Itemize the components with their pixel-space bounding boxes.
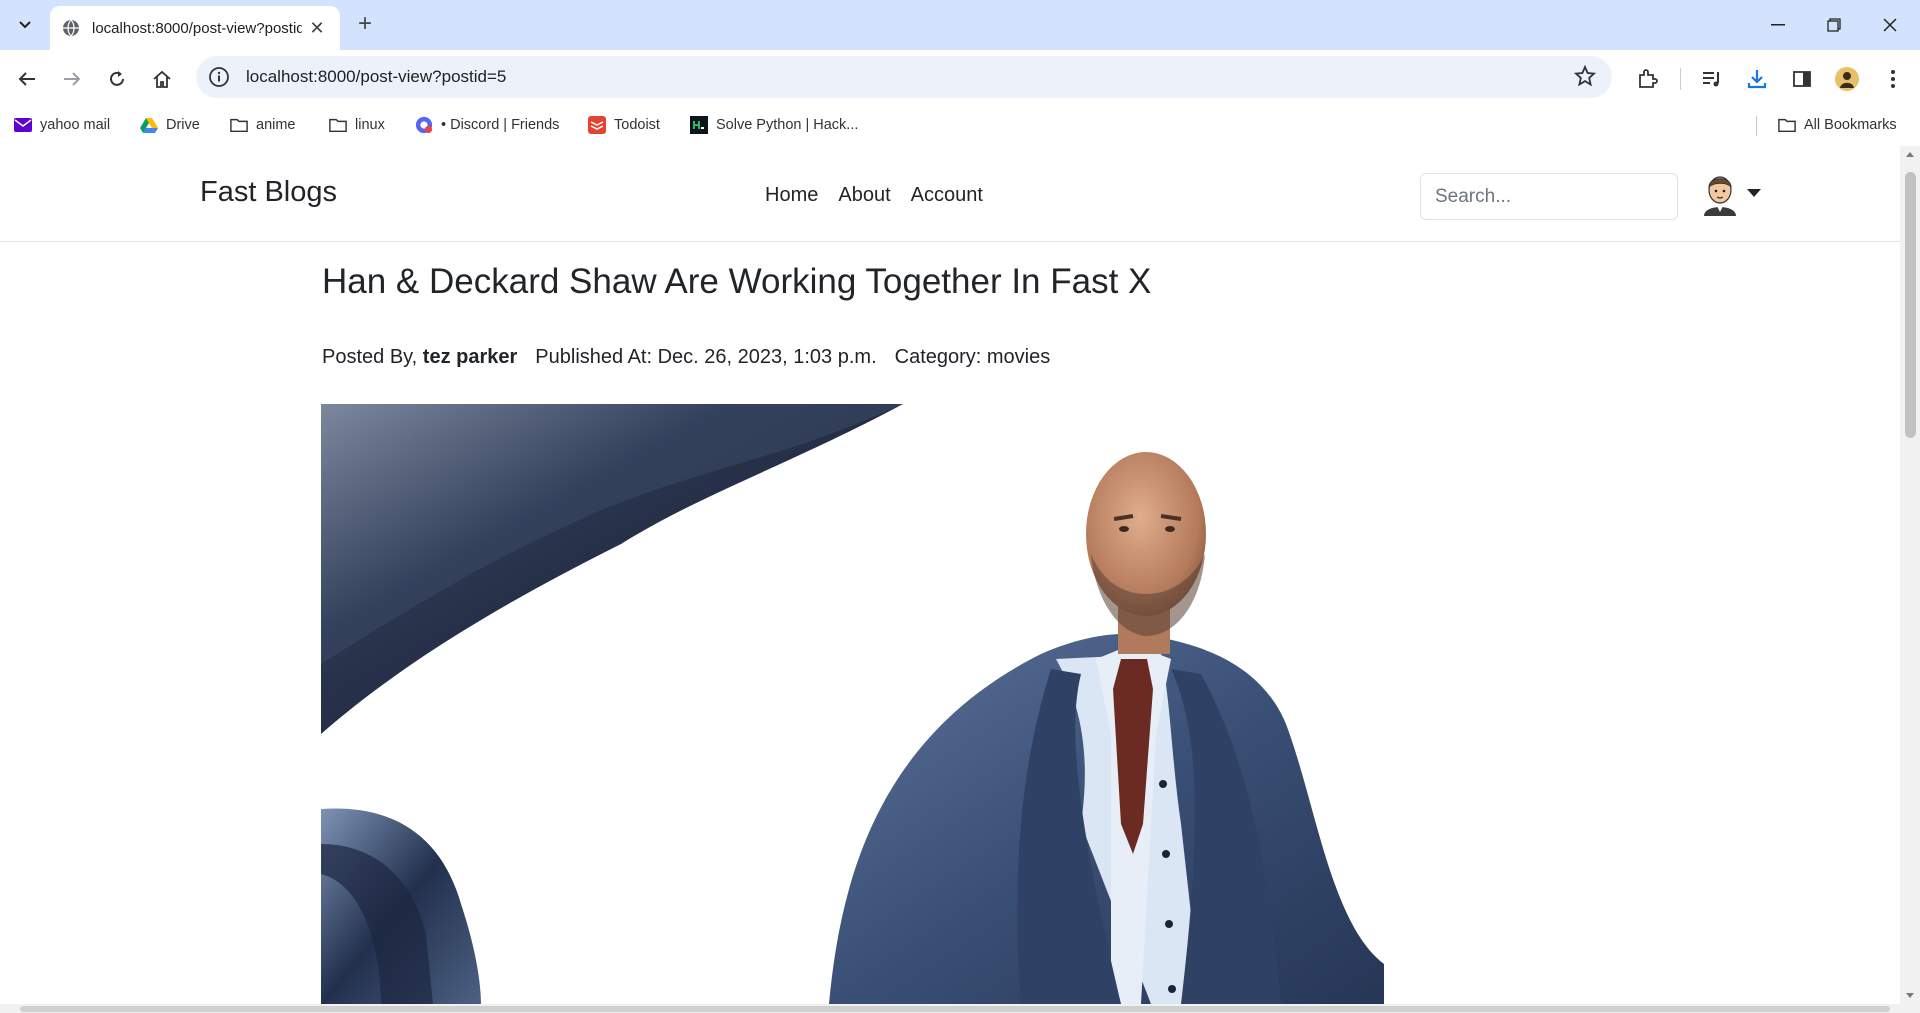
extensions-icon[interactable]: [1632, 64, 1662, 94]
nav-home[interactable]: Home: [765, 184, 818, 207]
site-brand[interactable]: Fast Blogs: [200, 176, 337, 209]
bookmark-hackerrank[interactable]: Solve Python | Hack...: [690, 114, 858, 136]
posted-by-label: Posted By,: [322, 346, 418, 368]
post-meta: Posted By, tez parker Published At: Dec.…: [322, 346, 1050, 369]
horizontal-scrollbar[interactable]: [0, 1004, 1900, 1013]
page-viewport: Fast Blogs Home About Account Han & Deck…: [0, 146, 1900, 1013]
browser-toolbar: localhost:8000/post-view?postid=5: [0, 50, 1920, 106]
bookmark-anime[interactable]: anime: [230, 114, 296, 136]
bookmark-discord[interactable]: • Discord | Friends: [415, 114, 559, 136]
download-icon[interactable]: [1742, 64, 1772, 94]
new-tab-button[interactable]: +: [352, 12, 378, 38]
bookmark-label: Solve Python | Hack...: [716, 117, 859, 133]
bookmark-label: anime: [256, 117, 296, 133]
search-input[interactable]: [1420, 173, 1678, 220]
tab-close-icon[interactable]: ✕: [306, 18, 328, 39]
home-icon[interactable]: [147, 64, 177, 94]
todoist-icon: [588, 116, 606, 134]
nav-account[interactable]: Account: [911, 184, 983, 207]
bookmarks-bar: yahoo mail Drive anime linux • Discord |…: [0, 106, 1920, 144]
bookmark-label: Todoist: [614, 117, 660, 133]
media-control-icon[interactable]: [1697, 64, 1727, 94]
forward-icon[interactable]: [57, 64, 87, 94]
nav-about[interactable]: About: [838, 184, 890, 207]
toolbar-separator: [1680, 68, 1681, 90]
reload-icon[interactable]: [102, 64, 132, 94]
bookmark-yahoo-mail[interactable]: yahoo mail: [14, 114, 110, 136]
browser-tab[interactable]: localhost:8000/post-view?postid=5 ✕: [50, 6, 340, 50]
bookmark-todoist[interactable]: Todoist: [588, 114, 660, 136]
scroll-down-arrow-icon[interactable]: [1906, 993, 1914, 998]
url-text[interactable]: localhost:8000/post-view?postid=5: [246, 67, 506, 87]
side-panel-icon[interactable]: [1787, 64, 1817, 94]
post-author: tez parker: [422, 346, 518, 368]
hackerrank-icon: [690, 116, 708, 134]
bookmark-label: linux: [355, 117, 385, 133]
bookmark-star-icon[interactable]: [1573, 64, 1597, 92]
bookmark-label: All Bookmarks: [1804, 117, 1897, 133]
bookmark-drive[interactable]: Drive: [140, 114, 200, 136]
post-category: Category: movies: [894, 346, 1051, 368]
horizontal-scrollbar-thumb[interactable]: [20, 1006, 1890, 1012]
profile-avatar-icon[interactable]: [1832, 64, 1862, 94]
account-dropdown-caret-icon[interactable]: [1747, 189, 1761, 197]
tab-strip: localhost:8000/post-view?postid=5 ✕ +: [0, 0, 1920, 50]
folder-icon: [1778, 116, 1796, 134]
menu-kebab-icon[interactable]: [1878, 64, 1908, 94]
address-bar[interactable]: localhost:8000/post-view?postid=5: [196, 56, 1612, 98]
folder-icon: [329, 116, 347, 134]
google-drive-icon: [140, 116, 158, 134]
all-bookmarks-button[interactable]: All Bookmarks: [1778, 114, 1897, 136]
vertical-scrollbar[interactable]: [1900, 146, 1920, 1013]
tab-title: localhost:8000/post-view?postid=5: [92, 19, 302, 37]
posted-by: Posted By, tez parker: [322, 346, 517, 369]
minimize-button[interactable]: [1758, 10, 1798, 40]
bookmark-linux[interactable]: linux: [329, 114, 385, 136]
tab-search-chevron-icon[interactable]: [10, 10, 40, 40]
bookmark-separator: [1756, 116, 1757, 136]
site-info-icon[interactable]: [208, 66, 230, 88]
bookmark-label: Drive: [166, 117, 200, 133]
post-image: [321, 404, 1384, 1004]
globe-icon: [63, 19, 79, 37]
back-icon[interactable]: [12, 64, 42, 94]
close-window-button[interactable]: [1870, 10, 1910, 40]
bookmark-label: yahoo mail: [40, 117, 111, 133]
user-avatar-icon[interactable]: [1700, 172, 1740, 216]
yahoo-mail-icon: [14, 116, 32, 134]
folder-icon: [230, 116, 248, 134]
bookmark-label: • Discord | Friends: [441, 117, 560, 133]
discord-icon: [415, 116, 433, 134]
post-title: Han & Deckard Shaw Are Working Together …: [322, 262, 1152, 301]
site-navbar: Fast Blogs Home About Account: [0, 146, 1900, 242]
scroll-up-arrow-icon[interactable]: [1906, 152, 1914, 157]
scrollbar-thumb[interactable]: [1905, 172, 1916, 438]
restore-button[interactable]: [1814, 10, 1854, 40]
nav-links: Home About Account: [765, 184, 983, 207]
post-published-date: Published At: Dec. 26, 2023, 1:03 p.m.: [535, 346, 877, 368]
